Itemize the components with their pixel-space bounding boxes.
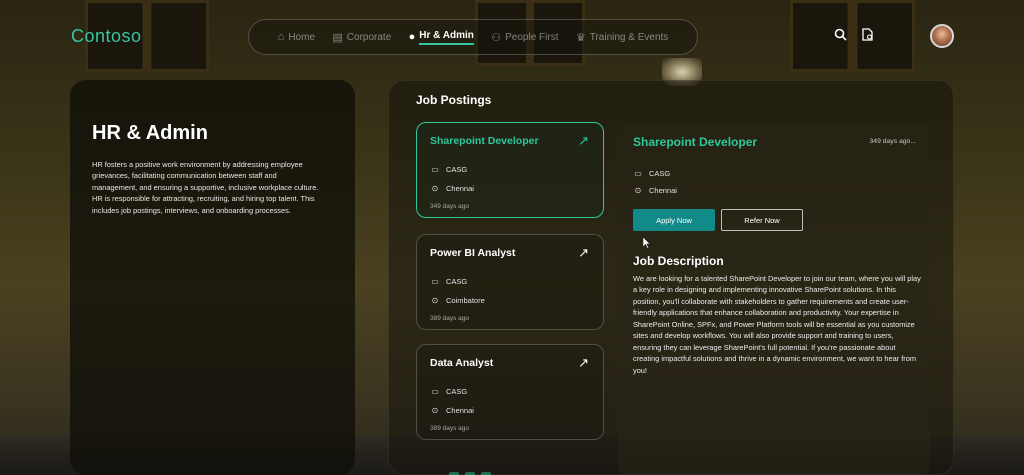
document-settings-icon[interactable]	[862, 28, 874, 44]
apply-now-button[interactable]: Apply Now	[633, 209, 715, 231]
location-pin-icon: ⊙	[431, 406, 439, 415]
detail-location: ⊙ Chennai	[633, 186, 677, 195]
job-detail-panel: Sharepoint Developer 349 days ago... ▭ C…	[618, 123, 930, 475]
job-company: ▭ CASG	[430, 387, 467, 396]
laptop-icon: ▭	[431, 277, 439, 286]
job-age: 389 days ago	[430, 315, 470, 322]
location-pin-icon: ⊙	[431, 184, 439, 193]
arrow-up-right-icon[interactable]: ↗	[578, 245, 589, 261]
trophy-icon: ♛	[575, 31, 586, 44]
job-age: 349 days ago	[430, 203, 470, 210]
job-title: Power BI Analyst	[430, 247, 516, 259]
nav-item-corporate[interactable]: ▤ Corporate	[332, 31, 391, 44]
job-description-heading: Job Description	[633, 254, 724, 268]
job-card[interactable]: Power BI Analyst ↗ ▭ CASG ⊙ Coimbatore 3…	[416, 234, 604, 330]
background-window	[790, 0, 915, 72]
detail-company-label: CASG	[649, 169, 671, 178]
job-description-text: We are looking for a talented SharePoint…	[633, 274, 921, 375]
detail-job-age: 349 days ago...	[869, 138, 916, 145]
detail-location-label: Chennai	[649, 186, 677, 195]
people-settings-icon: ●	[408, 31, 416, 43]
search-icon[interactable]	[834, 28, 847, 44]
job-title: Sharepoint Developer	[430, 135, 539, 147]
nav-label: Training & Events	[589, 31, 669, 43]
job-postings-heading: Job Postings	[416, 93, 492, 107]
nav-label: Home	[288, 31, 316, 43]
job-title: Data Analyst	[430, 357, 494, 369]
job-company-label: CASG	[446, 277, 468, 286]
building-icon: ▤	[332, 31, 343, 44]
job-company: ▭ CASG	[430, 165, 467, 174]
nav-item-training-events[interactable]: ♛ Training & Events	[576, 31, 668, 44]
job-location-label: Chennai	[446, 406, 474, 415]
refer-now-button[interactable]: Refer Now	[721, 209, 803, 231]
job-location-label: Coimbatore	[446, 296, 485, 305]
laptop-icon: ▭	[431, 165, 439, 174]
user-avatar[interactable]	[930, 24, 954, 48]
job-age: 389 days ago	[430, 425, 470, 432]
home-icon: ⌂	[277, 31, 285, 43]
nav-label: People First	[505, 31, 559, 43]
department-description: HR fosters a positive work environment b…	[92, 160, 319, 215]
job-card[interactable]: Sharepoint Developer ↗ ▭ CASG ⊙ Chennai …	[416, 122, 604, 218]
job-company-label: CASG	[446, 387, 468, 396]
nav-item-hr-admin[interactable]: ● Hr & Admin	[409, 30, 474, 45]
nav-label: Hr & Admin	[419, 30, 474, 45]
job-location-label: Chennai	[446, 184, 474, 193]
nav-item-home[interactable]: ⌂ Home	[278, 31, 315, 43]
department-title: HR & Admin	[92, 122, 208, 144]
location-pin-icon: ⊙	[431, 296, 439, 305]
logo[interactable]: Contoso	[71, 26, 142, 47]
job-company-label: CASG	[446, 165, 468, 174]
job-card[interactable]: Data Analyst ↗ ▭ CASG ⊙ Chennai 389 days…	[416, 344, 604, 440]
job-location: ⊙ Chennai	[430, 406, 474, 415]
department-info-panel: HR & Admin HR fosters a positive work en…	[70, 80, 355, 475]
nav-label: Corporate	[346, 31, 392, 43]
location-pin-icon: ⊙	[634, 186, 642, 195]
detail-company: ▭ CASG	[633, 169, 670, 178]
people-icon: ⚇	[491, 31, 502, 44]
laptop-icon: ▭	[431, 387, 439, 396]
laptop-icon: ▭	[634, 169, 642, 178]
job-location: ⊙ Coimbatore	[430, 296, 485, 305]
job-location: ⊙ Chennai	[430, 184, 474, 193]
job-company: ▭ CASG	[430, 277, 467, 286]
arrow-up-right-icon[interactable]: ↗	[578, 133, 589, 149]
job-postings-panel: Job Postings Sharepoint Developer ↗ ▭ CA…	[388, 80, 954, 475]
arrow-up-right-icon[interactable]: ↗	[578, 355, 589, 371]
nav-item-people-first[interactable]: ⚇ People First	[491, 31, 558, 44]
top-nav: ⌂ Home ▤ Corporate ● Hr & Admin ⚇ People…	[248, 19, 698, 55]
mouse-cursor-icon	[642, 236, 651, 252]
